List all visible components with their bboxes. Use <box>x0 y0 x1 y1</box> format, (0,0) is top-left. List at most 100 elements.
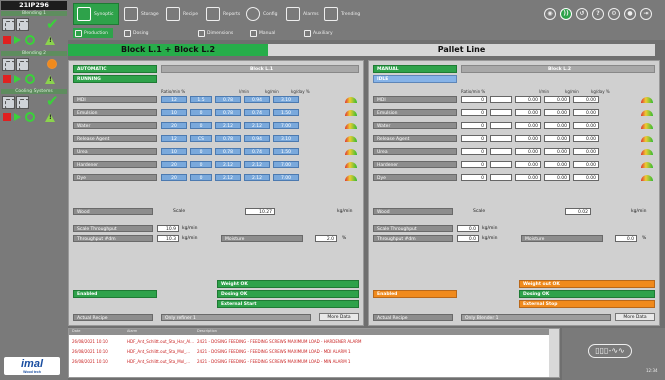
kgday-value: 0.00 <box>573 174 599 181</box>
subnav-manual[interactable]: Manual <box>250 28 288 38</box>
manual-icon <box>250 29 257 37</box>
login-icon[interactable]: ● <box>624 8 636 20</box>
nav-config[interactable]: Config <box>246 3 284 25</box>
machine-row-1[interactable]: ✔ <box>1 16 67 33</box>
ratio-value[interactable]: 10 <box>161 109 187 116</box>
scale-label: Scale <box>473 209 486 214</box>
nav-recipe[interactable]: Recipe <box>166 3 204 25</box>
subnav-production[interactable]: Production <box>73 28 113 38</box>
component-name: Emulsion <box>373 109 457 116</box>
mode-badge[interactable]: AUTOMATIC <box>73 65 157 73</box>
play-icon[interactable] <box>14 113 21 121</box>
block-header: Block L.2 <box>461 65 655 73</box>
ratio-value[interactable]: 0 <box>461 174 487 181</box>
ratio-value[interactable]: 0 <box>461 109 487 116</box>
ratio-value[interactable]: 20 <box>161 161 187 168</box>
alarm-tag: HDF_Ant_Schlitt.out_Sta_Mol_... <box>127 349 191 354</box>
ratio-value[interactable]: 10 <box>161 148 187 155</box>
stop-icon[interactable] <box>3 75 11 83</box>
ratio-value[interactable]: 0 <box>461 161 487 168</box>
reset-icon[interactable] <box>25 112 35 122</box>
more-data-button[interactable]: More Data <box>319 313 359 321</box>
ratio-value[interactable]: 12 <box>161 135 187 142</box>
logout-icon[interactable]: ⇥ <box>640 8 652 20</box>
ratio-value[interactable]: 20 <box>161 174 187 181</box>
reset-icon[interactable] <box>25 35 35 45</box>
aux-value <box>490 161 512 168</box>
enabled-badge[interactable]: Enabled <box>73 290 157 298</box>
nav-label: Trending <box>341 11 361 17</box>
ratio-value[interactable]: 0 <box>461 122 487 129</box>
aux-value: 0 <box>190 161 212 168</box>
recipe-label: Actual Recipe <box>73 314 153 321</box>
lmin-value: 0.00 <box>515 122 541 129</box>
enabled-badge[interactable]: Enabled <box>373 290 457 298</box>
ratio-value[interactable]: 0 <box>461 148 487 155</box>
aux-value <box>490 135 512 142</box>
state-badge: IDLE <box>373 75 457 83</box>
mode-badge[interactable]: MANUAL <box>373 65 457 73</box>
alarm-row[interactable]: 26/08/2021 10:10 HDF_Ant_Schlitt.out_Sta_… <box>69 357 549 366</box>
kgmin-value: 0.00 <box>544 122 570 129</box>
nav-storage[interactable]: Storage <box>124 3 164 25</box>
status-icon[interactable]: ◉ <box>544 8 556 20</box>
alarm-date: 26/08/2021 10:10 <box>72 349 108 354</box>
signal-icon[interactable]: )) <box>560 8 572 20</box>
ratio-value[interactable]: 0 <box>461 135 487 142</box>
flow-gauge-icon <box>345 174 357 181</box>
machine-row-3[interactable]: ✔ <box>1 94 67 111</box>
logo-sub: Wood tech <box>23 370 41 374</box>
reset-icon[interactable] <box>25 74 35 84</box>
component-name: MDI <box>73 96 157 103</box>
subnav-label: Dimensions <box>207 30 234 36</box>
alarm-scrollbar[interactable] <box>549 329 559 377</box>
alarm-icon <box>286 7 300 21</box>
network-status-icon[interactable]: ▯▯▯-∿∿ <box>588 344 632 358</box>
flow-gauge-icon <box>345 148 357 155</box>
ratio-value[interactable]: 0 <box>461 96 487 103</box>
subnav-label: Auxiliary <box>313 30 333 36</box>
subnav-label: Production <box>84 30 108 36</box>
component-name: Hardener <box>73 161 157 168</box>
warning-icon <box>45 113 55 122</box>
component-name: Hardener <box>373 161 457 168</box>
component-name: Emulsion <box>73 109 157 116</box>
control-row-3 <box>1 110 67 127</box>
flow-gauge-icon <box>641 161 653 168</box>
status-weight: Weight out OK <box>519 280 655 288</box>
history-icon[interactable]: ↺ <box>576 8 588 20</box>
flow-gauge-icon <box>345 96 357 103</box>
help-icon[interactable]: ? <box>592 8 604 20</box>
machine-row-2[interactable] <box>1 56 67 73</box>
block-header: Block L.1 <box>161 65 359 73</box>
aux-value <box>490 96 512 103</box>
control-row-2 <box>1 72 67 89</box>
nav-label: Alarms <box>303 11 319 17</box>
nav-label: Synoptic <box>94 11 114 17</box>
ratio-value[interactable]: 12 <box>161 96 187 103</box>
nav-synoptic[interactable]: Synoptic <box>73 3 119 25</box>
nav-trending[interactable]: Trending <box>324 3 364 25</box>
subnav-auxiliary[interactable]: Auxiliary <box>304 28 346 38</box>
subnav-dimensions[interactable]: Dimensions <box>198 28 242 38</box>
subnav-dosing[interactable]: Dosing <box>124 28 160 38</box>
more-data-button[interactable]: More Data <box>615 313 655 321</box>
alarm-desc: 2421 - DOSING FEEDING - FEEDING SCREWS M… <box>197 349 351 354</box>
aux-value: CS <box>190 135 212 142</box>
lmin-value: 0.78 <box>215 135 241 142</box>
kgmin-value: 0.00 <box>544 109 570 116</box>
alarm-col-date: Date <box>72 329 81 333</box>
nav-alarms[interactable]: Alarms <box>286 3 322 25</box>
status-external: External Start <box>217 300 359 308</box>
settings-icon[interactable]: ⚙ <box>608 8 620 20</box>
alarm-row[interactable]: 26/08/2021 10:10 HDF_Ant_Schlitt.out_Sta_… <box>69 337 549 346</box>
nav-reports[interactable]: Reports <box>206 3 244 25</box>
flow-gauge-icon <box>641 174 653 181</box>
stop-icon[interactable] <box>3 36 11 44</box>
play-icon[interactable] <box>14 36 21 44</box>
alarm-row[interactable]: 26/08/2021 10:10 HDF_Ant_Schlitt.out_Sta_… <box>69 347 549 356</box>
ratio-value[interactable]: 20 <box>161 122 187 129</box>
stop-icon[interactable] <box>3 113 11 121</box>
lmin-value: 2.12 <box>215 174 241 181</box>
play-icon[interactable] <box>14 75 21 83</box>
